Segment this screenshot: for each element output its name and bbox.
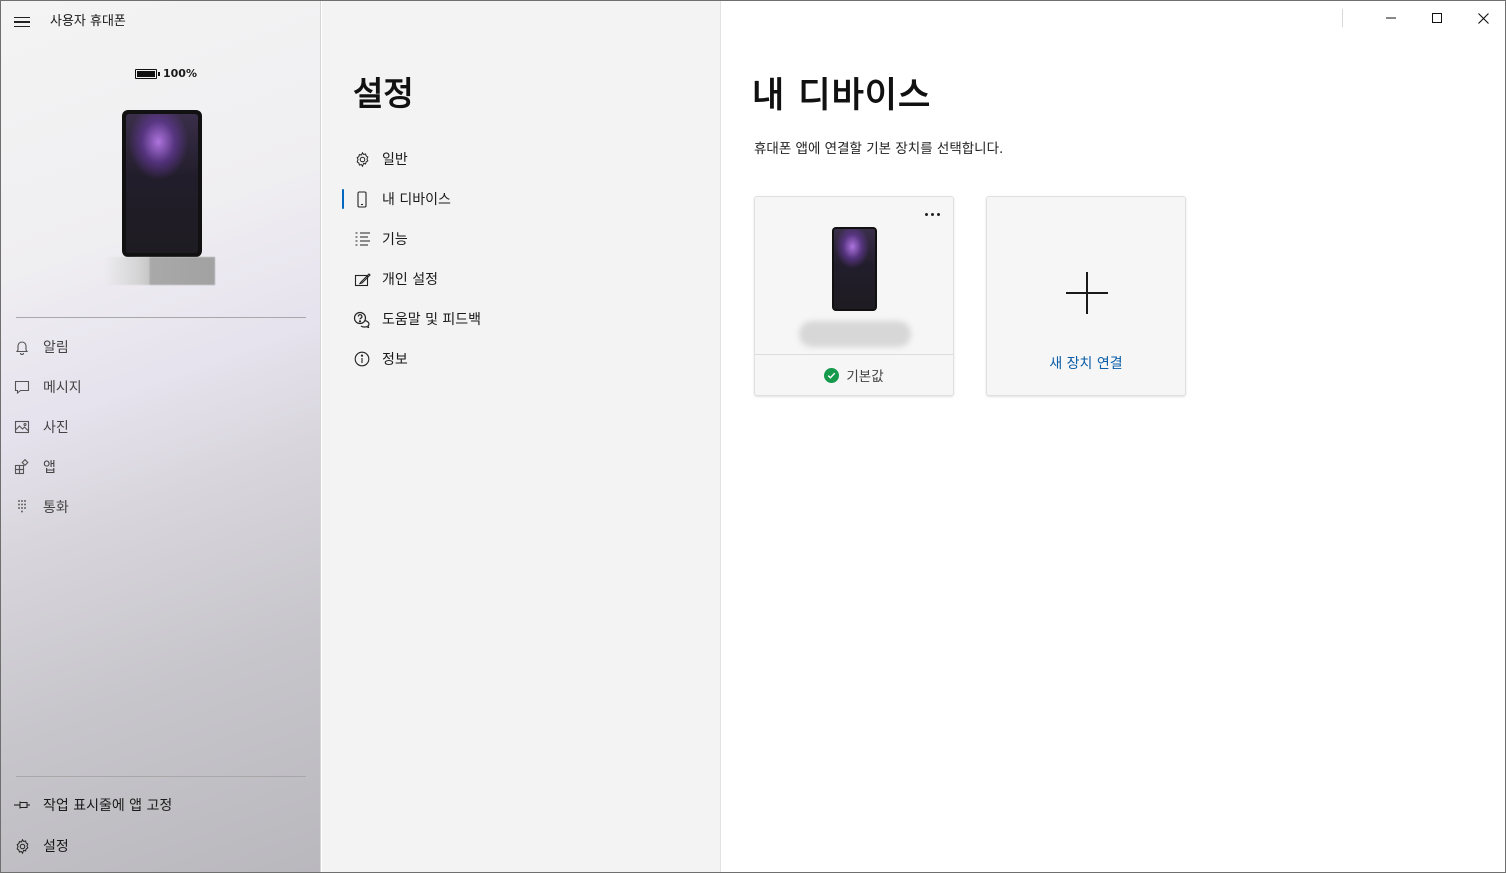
settings-item-my-devices[interactable]: 내 디바이스: [322, 179, 721, 219]
gear-icon: [353, 150, 371, 168]
features-list-icon: [353, 230, 371, 248]
settings-label: 설정: [43, 839, 69, 855]
sidebar-item-calls[interactable]: 통화: [1, 487, 321, 527]
sidebar-item-label: 알림: [43, 340, 69, 356]
settings-item-help-feedback[interactable]: 도움말 및 피드백: [322, 299, 721, 339]
phone-image: [122, 110, 202, 257]
sidebar-item-notifications[interactable]: 알림: [1, 327, 321, 367]
settings-item-about[interactable]: 정보: [322, 339, 721, 379]
page-title: 내 디바이스: [752, 76, 932, 116]
sidebar-item-label: 메시지: [43, 380, 82, 396]
my-devices-page: 내 디바이스 휴대폰 앱에 연결할 기본 장치를 선택합니다. 기본값 새 장치…: [722, 1, 1505, 872]
device-phone-image: [832, 227, 877, 311]
settings-title: 설정: [353, 74, 414, 113]
bell-icon: [13, 338, 31, 356]
pin-to-taskbar-button[interactable]: 작업 표시줄에 앱 고정: [1, 785, 321, 825]
device-wallpaper: [834, 229, 875, 309]
battery-icon: [135, 68, 160, 79]
sidebar-divider: [16, 776, 306, 777]
settings-list: 일반 내 디바이스 기능 개인 설정 도움말 및 피드백 정보: [322, 139, 721, 379]
sidebar-item-label: 사진: [43, 420, 69, 436]
pin-icon: [13, 796, 31, 814]
personalize-icon: [353, 270, 371, 288]
sidebar-item-messages[interactable]: 메시지: [1, 367, 321, 407]
sidebar-settings-button[interactable]: 설정: [1, 826, 321, 866]
settings-item-label: 기능: [382, 232, 408, 248]
close-icon: [1477, 12, 1489, 24]
sidebar-item-photos[interactable]: 사진: [1, 407, 321, 447]
app-window: 사용자 휴대폰 100% 알림 메시지 사진 앱 통화 작업 표시줄에 앱 고정…: [0, 0, 1506, 873]
device-card[interactable]: 기본값: [754, 196, 954, 396]
dialpad-icon: [13, 498, 31, 516]
settings-nav-pane: 설정 일반 내 디바이스 기능 개인 설정 도움말 및 피드백 정보: [322, 1, 721, 872]
minimize-button[interactable]: [1368, 1, 1414, 35]
page-description: 휴대폰 앱에 연결할 기본 장치를 선택합니다.: [754, 141, 1004, 157]
sidebar-nav: 알림 메시지 사진 앱 통화: [1, 327, 321, 527]
sidebar-item-apps[interactable]: 앱: [1, 447, 321, 487]
sidebar-item-label: 앱: [43, 460, 56, 476]
info-icon: [353, 350, 371, 368]
check-circle-icon: [824, 367, 840, 383]
more-options-icon[interactable]: [921, 205, 943, 223]
photo-icon: [13, 418, 31, 436]
minimize-icon: [1386, 17, 1396, 19]
device-name-redacted: [799, 321, 911, 347]
settings-item-personalization[interactable]: 개인 설정: [322, 259, 721, 299]
default-status-label: 기본값: [846, 369, 884, 385]
pin-label: 작업 표시줄에 앱 고정: [43, 798, 173, 814]
settings-item-label: 내 디바이스: [382, 192, 451, 208]
phone-name-redacted: [105, 257, 215, 285]
apps-icon: [13, 458, 31, 476]
battery-percent: 100%: [163, 67, 197, 80]
settings-item-label: 개인 설정: [382, 272, 438, 288]
sidebar-divider: [16, 317, 306, 318]
settings-item-label: 일반: [382, 152, 408, 168]
gear-icon: [13, 837, 31, 855]
settings-item-label: 도움말 및 피드백: [382, 312, 482, 328]
phone-wallpaper: [126, 114, 198, 253]
titlebar-separator: [1342, 9, 1343, 27]
add-device-card[interactable]: 새 장치 연결: [986, 196, 1186, 396]
plus-icon: [1066, 272, 1108, 314]
app-title: 사용자 휴대폰: [50, 14, 126, 29]
maximize-icon: [1432, 13, 1442, 23]
hamburger-menu-icon[interactable]: [9, 9, 35, 35]
message-icon: [13, 378, 31, 396]
settings-item-features[interactable]: 기능: [322, 219, 721, 259]
device-card-footer: 기본값: [755, 354, 953, 395]
battery-status: 100%: [135, 67, 197, 80]
maximize-button[interactable]: [1414, 1, 1460, 35]
settings-item-general[interactable]: 일반: [322, 139, 721, 179]
sidebar-item-label: 통화: [43, 500, 69, 516]
settings-item-label: 정보: [382, 352, 408, 368]
add-device-label: 새 장치 연결: [1049, 356, 1123, 372]
close-button[interactable]: [1460, 1, 1505, 35]
help-feedback-icon: [353, 310, 371, 328]
phone-sidebar: 사용자 휴대폰 100% 알림 메시지 사진 앱 통화 작업 표시줄에 앱 고정…: [1, 1, 321, 872]
phone-icon: [353, 190, 371, 208]
